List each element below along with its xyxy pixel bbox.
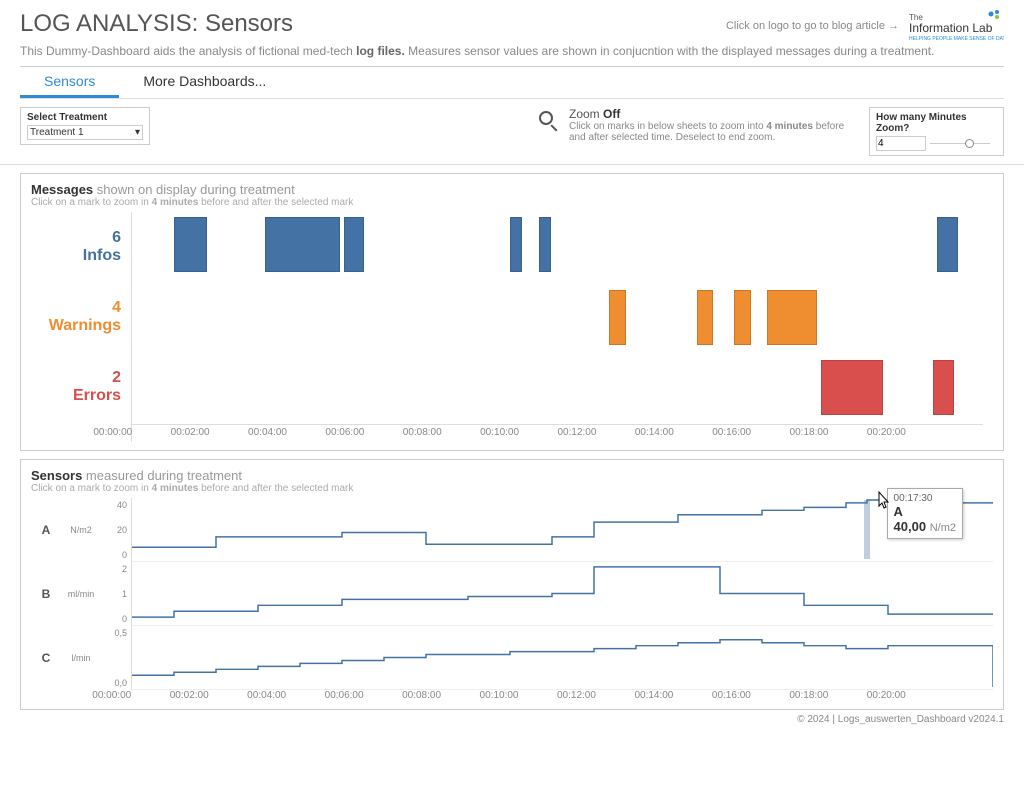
message-bar[interactable] [821, 360, 883, 415]
zoom-desc: Click on marks in below sheets to zoom i… [569, 121, 849, 143]
treatment-selector[interactable]: Select Treatment Treatment 1 ▾ [20, 107, 150, 145]
magnifier-icon [539, 111, 561, 133]
svg-text:Information Lab: Information Lab [909, 21, 993, 35]
tab-sensors[interactable]: Sensors [20, 67, 119, 98]
blog-link-text: Click on logo to go to blog article → [726, 20, 899, 32]
message-bar[interactable] [174, 217, 207, 272]
sensors-title: Sensors measured during treatment [31, 468, 993, 483]
zoom-info: Zoom Off Click on marks in below sheets … [539, 107, 849, 143]
logo[interactable]: The Information Lab HELPING PEOPLE MAKE … [909, 10, 1004, 42]
message-bar[interactable] [510, 217, 522, 272]
message-bar[interactable] [609, 290, 626, 345]
select-label: Select Treatment [27, 112, 143, 123]
tabs: Sensors More Dashboards... [20, 66, 1004, 99]
messages-title: Messages shown on display during treatme… [31, 182, 993, 197]
minutes-slider[interactable] [930, 139, 990, 149]
sensor-plot-c[interactable] [131, 626, 993, 690]
footer: © 2024 | Logs_auswerten_Dashboard v2024.… [0, 710, 1024, 729]
warnings-label: 4Warnings [31, 282, 131, 352]
sensors-panel: Sensors measured during treatment Click … [20, 459, 1004, 710]
header: LOG ANALYSIS: Sensors Click on logo to g… [0, 0, 1024, 44]
sensor-plot-a[interactable] [131, 498, 993, 562]
sensor-row-b: B ml/min 210 [31, 562, 993, 626]
infos-label: 6Infos [31, 212, 131, 282]
zoom-status: Zoom Off [569, 107, 849, 121]
controls-bar: Select Treatment Treatment 1 ▾ Zoom Off … [0, 99, 1024, 165]
errors-label: 2Errors [31, 352, 131, 422]
chevron-down-icon: ▾ [135, 127, 140, 138]
minutes-label: How many Minutes Zoom? [876, 112, 997, 134]
message-bar[interactable] [265, 217, 340, 272]
zoom-minutes-box: How many Minutes Zoom? [869, 107, 1004, 156]
messages-chart[interactable]: 00:00:0000:02:0000:04:0000:06:0000:08:00… [131, 212, 993, 442]
message-bar[interactable] [697, 290, 714, 345]
treatment-dropdown[interactable]: Treatment 1 ▾ [27, 125, 143, 140]
sensor-plot-b[interactable] [131, 562, 993, 626]
sensor-row-c: C l/min 0,50,0 [31, 626, 993, 690]
minutes-input[interactable] [876, 136, 926, 151]
message-bar[interactable] [937, 217, 958, 272]
tab-more-dashboards[interactable]: More Dashboards... [119, 67, 290, 98]
page-title: LOG ANALYSIS: Sensors [20, 10, 726, 38]
message-bar[interactable] [539, 217, 551, 272]
message-bar[interactable] [933, 360, 954, 415]
sensors-sub: Click on a mark to zoom in 4 minutes bef… [31, 483, 993, 494]
subtitle: This Dummy-Dashboard aids the analysis o… [0, 44, 1024, 66]
sensor-row-a: A N/m2 40200 [31, 498, 993, 562]
messages-sub: Click on a mark to zoom in 4 minutes bef… [31, 197, 993, 208]
message-bar[interactable] [344, 217, 365, 272]
messages-panel: Messages shown on display during treatme… [20, 173, 1004, 451]
tooltip: 00:17:30 A 40,00 N/m2 [887, 488, 963, 539]
message-bar[interactable] [767, 290, 817, 345]
message-bar[interactable] [734, 290, 751, 345]
svg-text:HELPING PEOPLE MAKE SENSE OF D: HELPING PEOPLE MAKE SENSE OF DATA [909, 36, 1004, 42]
